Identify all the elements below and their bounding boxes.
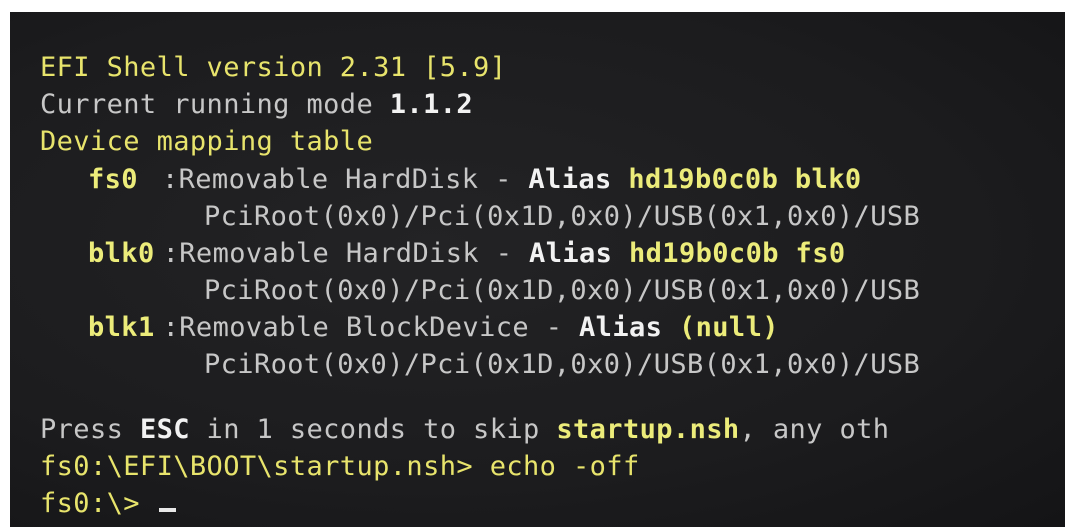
mapping-alias-value: hd19b0c0b fs0: [628, 238, 846, 269]
mapping-path-fs0: PciRoot(0x0)/Pci(0x1D,0x0)/USB(0x1,0x0)/…: [204, 201, 921, 232]
mapping-alias-label: Alias: [579, 312, 679, 343]
mapping-row-blk0: blk0:Removable HardDisk - Alias hd19b0c0…: [88, 238, 846, 270]
mapping-description: :Removable BlockDevice -: [162, 312, 580, 343]
running-mode-line: Current running mode 1.1.2: [40, 89, 473, 121]
shell-version-line: EFI Shell version 2.31 [5.9]: [40, 52, 507, 83]
device-mapping-header: Device mapping table: [40, 126, 374, 157]
press-suffix: , any oth: [739, 414, 890, 445]
press-middle: in 1 seconds to skip: [189, 414, 557, 445]
shell-prompt: fs0:\>: [40, 488, 157, 519]
esc-key-label: ESC: [139, 414, 190, 445]
mapping-description: :Removable HardDisk -: [161, 164, 529, 195]
press-prefix: Press: [40, 414, 140, 445]
startup-command-line: fs0:\EFI\BOOT\startup.nsh> echo -off: [40, 451, 640, 482]
text-cursor: [158, 508, 176, 512]
startup-countdown-line: Press ESC in 1 seconds to skip startup.n…: [40, 414, 889, 446]
mapping-alias-label: Alias: [529, 238, 629, 269]
mapping-row-blk1: blk1:Removable BlockDevice - Alias (null…: [88, 312, 779, 344]
running-mode-value: 1.1.2: [389, 89, 474, 120]
mapping-description: :Removable HardDisk -: [162, 238, 530, 269]
mapping-row-fs0: fs0 :Removable HardDisk - Alias hd19b0c0b…: [88, 164, 862, 196]
mapping-name: fs0: [88, 164, 138, 195]
startup-script-name: startup.nsh: [556, 414, 740, 445]
mapping-name: blk0: [88, 238, 155, 269]
mapping-name: blk1: [88, 312, 155, 343]
mapping-alias-label: Alias: [528, 164, 629, 195]
mapping-path-blk0: PciRoot(0x0)/Pci(0x1D,0x0)/USB(0x1,0x0)/…: [204, 275, 921, 306]
running-mode-label: Current running mode: [40, 89, 390, 120]
mapping-path-blk1: PciRoot(0x0)/Pci(0x1D,0x0)/USB(0x1,0x0)/…: [204, 349, 921, 380]
mapping-alias-value: hd19b0c0b blk0: [628, 164, 862, 195]
efi-shell-screen[interactable]: EFI Shell version 2.31 [5.9] Current run…: [10, 12, 1065, 527]
shell-prompt-line[interactable]: fs0:\>: [40, 488, 176, 520]
mapping-alias-value: (null): [678, 312, 779, 343]
